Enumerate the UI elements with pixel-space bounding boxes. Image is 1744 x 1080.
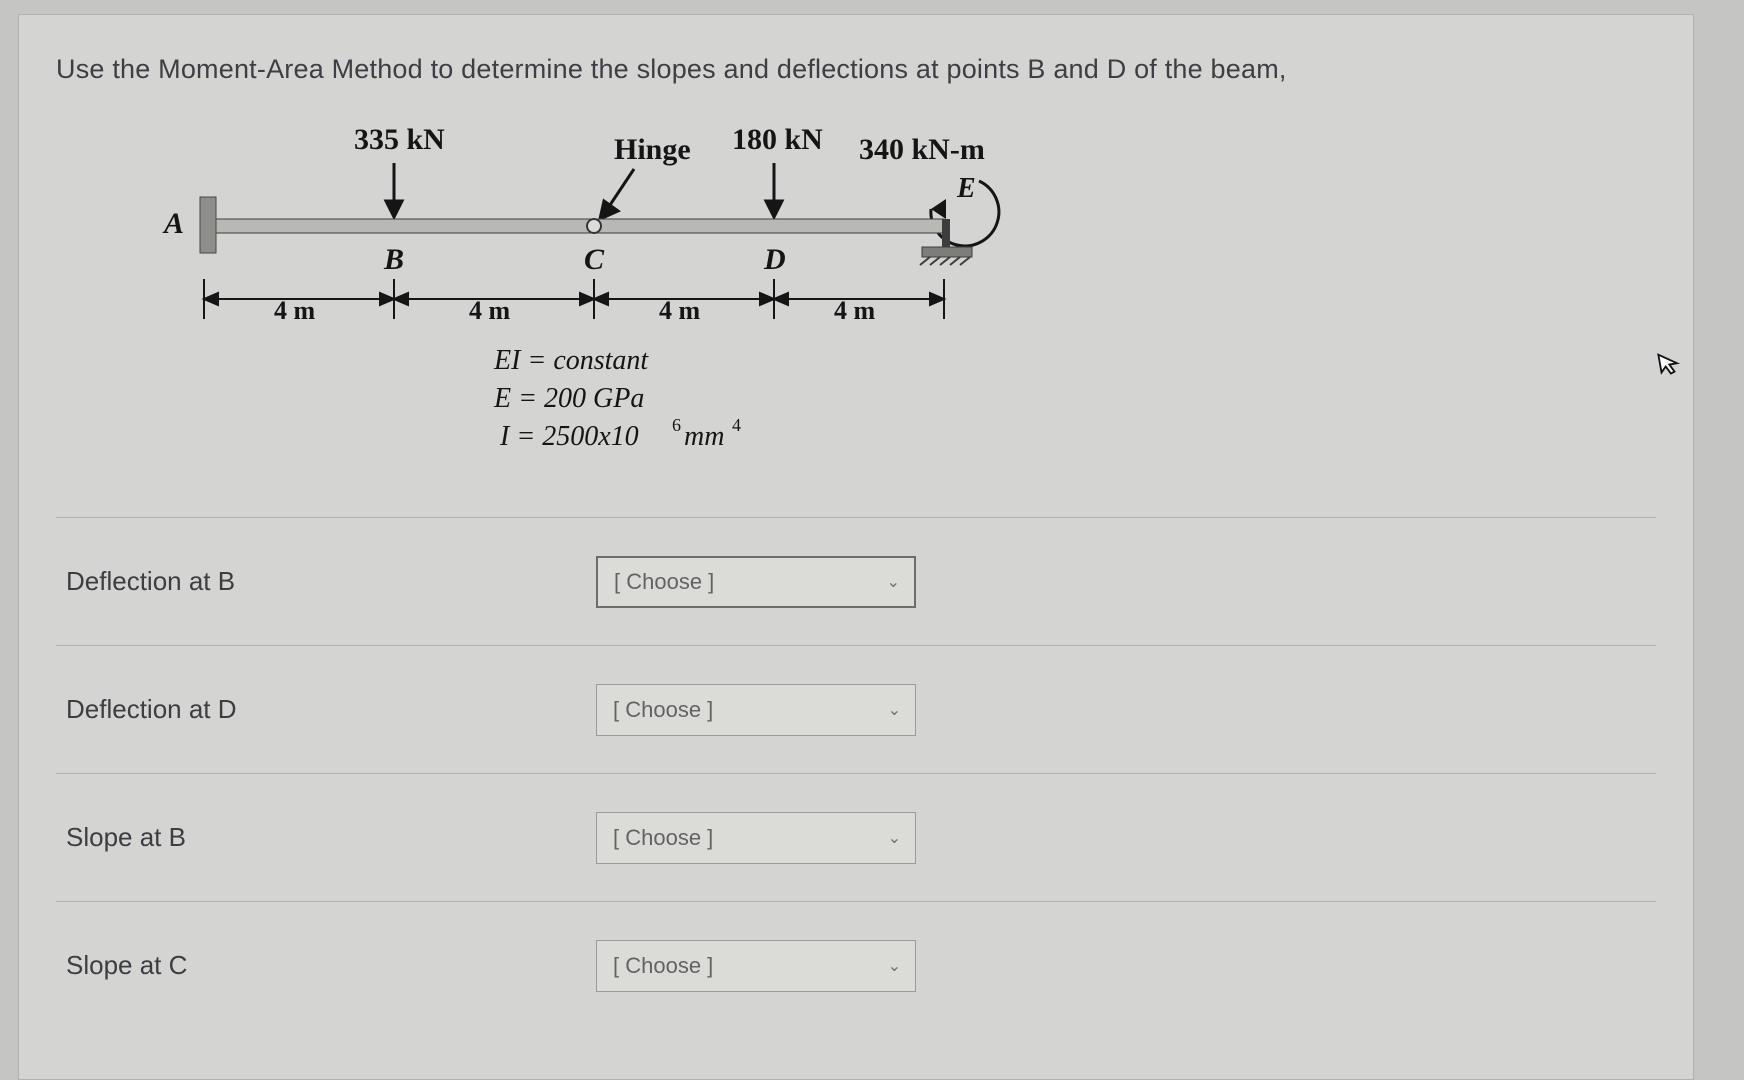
svg-text:I = 2500x10: I = 2500x10 xyxy=(499,421,639,452)
dim-3: 4 m xyxy=(659,296,701,325)
load-180: 180 kN xyxy=(732,123,823,156)
chevron-down-icon: ⌄ xyxy=(887,572,900,592)
dropdown-placeholder: [ Choose ] xyxy=(614,569,714,595)
svg-text:mm: mm xyxy=(684,421,724,452)
chevron-down-icon: ⌄ xyxy=(888,828,901,848)
chevron-down-icon: ⌄ xyxy=(888,700,901,720)
question-prompt: Use the Moment-Area Method to determine … xyxy=(56,54,1656,85)
choose-dropdown[interactable]: [ Choose ] ⌄ xyxy=(596,940,916,992)
table-row: Slope at B [ Choose ] ⌄ xyxy=(56,773,1656,901)
cursor-icon xyxy=(1655,348,1686,385)
point-E: E xyxy=(956,173,976,204)
hinge-icon xyxy=(587,219,601,233)
table-row: Slope at C [ Choose ] ⌄ xyxy=(56,901,1656,1029)
load-335: 335 kN xyxy=(354,123,445,156)
choose-dropdown[interactable]: [ Choose ] ⌄ xyxy=(596,684,916,736)
dim-4: 4 m xyxy=(834,296,876,325)
point-C: C xyxy=(584,243,605,276)
row-label: Slope at B xyxy=(56,822,596,853)
point-B: B xyxy=(383,243,404,276)
hinge-label: Hinge xyxy=(614,133,691,166)
row-label: Deflection at B xyxy=(56,566,596,597)
row-label: Deflection at D xyxy=(56,694,596,725)
table-row: Deflection at B [ Choose ] ⌄ xyxy=(56,517,1656,645)
point-D: D xyxy=(763,243,786,276)
chevron-down-icon: ⌄ xyxy=(888,956,901,976)
moment-label: 340 kN-m xyxy=(859,133,985,166)
dropdown-placeholder: [ Choose ] xyxy=(613,825,713,851)
table-row: Deflection at D [ Choose ] ⌄ xyxy=(56,645,1656,773)
dropdown-placeholder: [ Choose ] xyxy=(613,953,713,979)
dropdown-placeholder: [ Choose ] xyxy=(613,697,713,723)
choose-dropdown[interactable]: [ Choose ] ⌄ xyxy=(596,812,916,864)
eq-E: E = 200 GPa xyxy=(493,383,644,414)
answer-table: Deflection at B [ Choose ] ⌄ Deflection … xyxy=(56,517,1656,1029)
beam-figure: 335 kN Hinge 180 kN 340 kN-m E xyxy=(56,119,996,469)
choose-dropdown[interactable]: [ Choose ] ⌄ xyxy=(596,556,916,608)
row-label: Slope at C xyxy=(56,950,596,981)
dim-1: 4 m xyxy=(274,296,316,325)
dim-2: 4 m xyxy=(469,296,511,325)
svg-text:6: 6 xyxy=(672,415,681,435)
eq-I: I = 2500x10 6 mm 4 xyxy=(499,415,741,452)
svg-text:4: 4 xyxy=(732,415,741,435)
point-A: A xyxy=(162,207,184,240)
eq-EI: EI = constant xyxy=(493,345,649,376)
